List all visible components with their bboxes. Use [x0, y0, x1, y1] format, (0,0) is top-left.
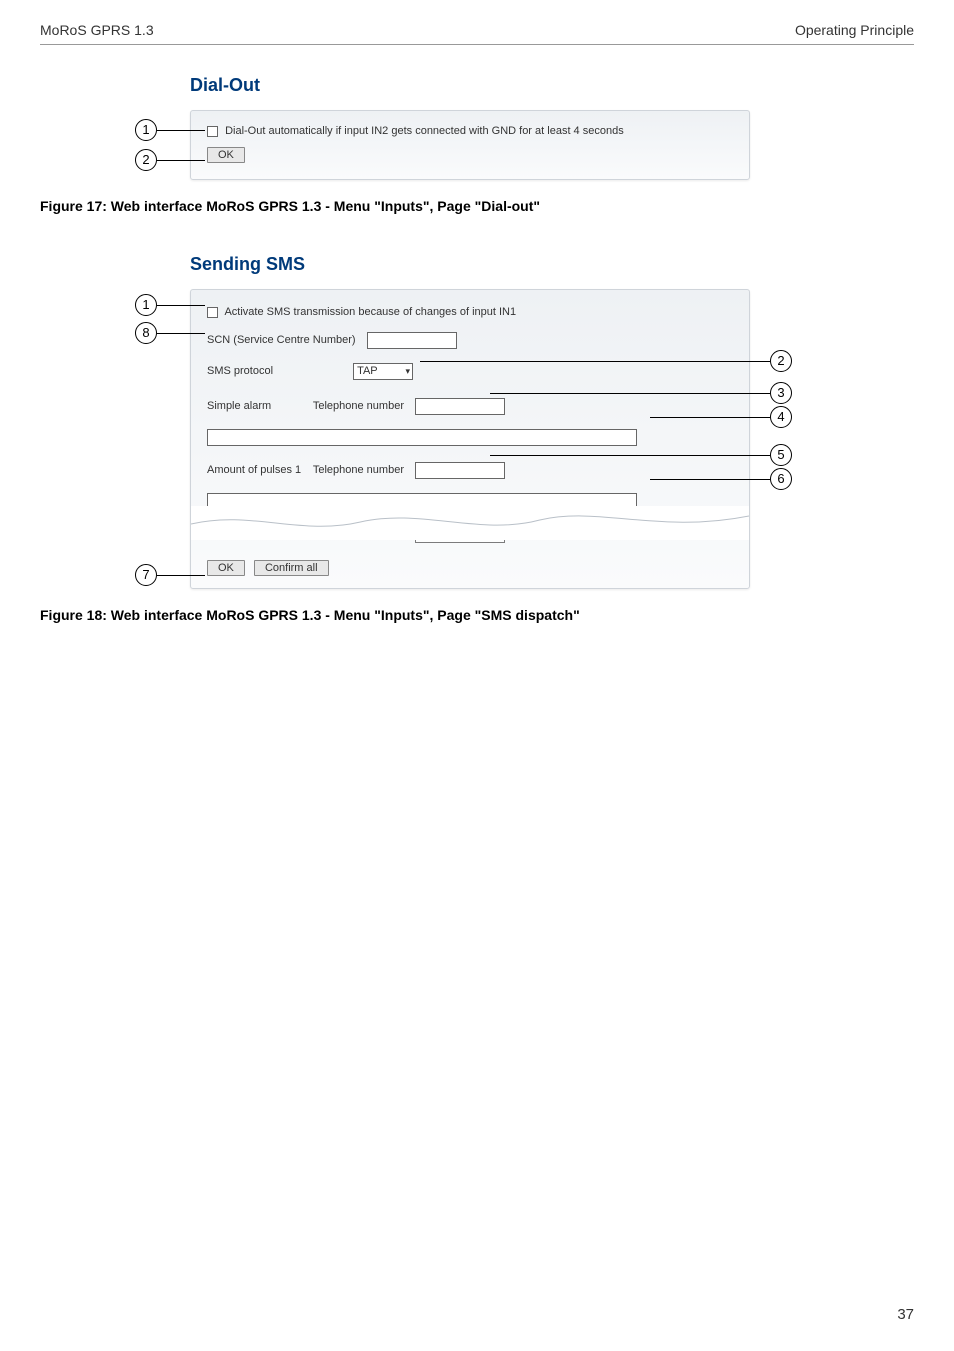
activate-sms-checkbox[interactable]	[207, 307, 218, 318]
callout-2b: 2	[770, 350, 792, 372]
callout-4: 4	[770, 406, 792, 428]
tel-label-1: Telephone number	[313, 400, 404, 412]
figure-17-caption: Figure 17: Web interface MoRoS GPRS 1.3 …	[40, 198, 914, 214]
pulses1-phone-input[interactable]	[415, 462, 505, 479]
callout-1b: 1	[135, 294, 157, 316]
callout-7: 7	[135, 564, 157, 586]
simple-alarm-phone-input[interactable]	[415, 398, 505, 415]
sms-title: Sending SMS	[190, 254, 914, 275]
dialout-panel: Dial-Out Dial-Out automatically if input…	[190, 75, 914, 180]
activate-sms-label: Activate SMS transmission because of cha…	[224, 306, 516, 318]
callout-8: 8	[135, 322, 157, 344]
callout-2: 2	[135, 149, 157, 171]
page-number: 37	[897, 1306, 914, 1323]
sms-panel: Sending SMS Activate SMS transmission be…	[190, 254, 914, 589]
header-left: MoRoS GPRS 1.3	[40, 22, 154, 38]
protocol-label: SMS protocol	[207, 365, 342, 377]
simple-alarm-label: Simple alarm	[207, 400, 302, 412]
dialout-auto-checkbox[interactable]	[207, 126, 218, 137]
header-right: Operating Principle	[795, 22, 914, 38]
pulses1-label: Amount of pulses 1	[207, 464, 302, 476]
dialout-ok-button[interactable]: OK	[207, 147, 245, 163]
scn-label: SCN (Service Centre Number)	[207, 334, 356, 346]
callout-1: 1	[135, 119, 157, 141]
tel-label-2: Telephone number	[313, 464, 404, 476]
callout-6: 6	[770, 468, 792, 490]
sms-ok-button[interactable]: OK	[207, 560, 245, 576]
scn-input[interactable]	[367, 332, 457, 349]
callout-5: 5	[770, 444, 792, 466]
callout-3: 3	[770, 382, 792, 404]
figure-18-caption: Figure 18: Web interface MoRoS GPRS 1.3 …	[40, 607, 914, 623]
simple-alarm-text-input[interactable]	[207, 429, 637, 446]
dialout-title: Dial-Out	[190, 75, 914, 96]
confirm-all-button[interactable]: Confirm all	[254, 560, 329, 576]
protocol-select[interactable]: TAP	[353, 363, 413, 380]
dialout-auto-label: Dial-Out automatically if input IN2 gets…	[225, 125, 624, 137]
wave-cut	[191, 506, 749, 540]
